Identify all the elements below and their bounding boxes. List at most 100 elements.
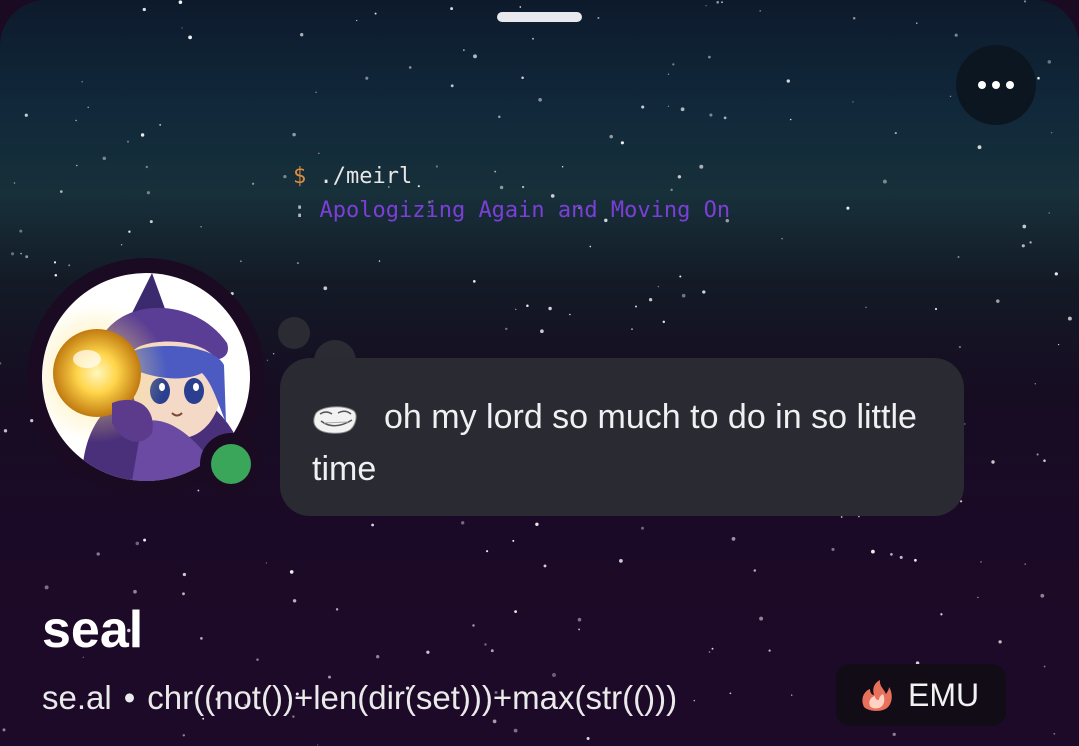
star <box>641 526 644 530</box>
star <box>81 80 84 83</box>
star <box>1022 224 1027 229</box>
star <box>892 732 896 737</box>
star <box>515 308 517 310</box>
custom-status-bubble[interactable]: oh my lord so much to do in so little ti… <box>280 358 964 516</box>
star <box>20 252 22 255</box>
star <box>486 550 489 553</box>
star <box>126 140 130 143</box>
star <box>526 304 529 308</box>
star <box>1037 76 1040 80</box>
star <box>840 516 843 518</box>
star <box>296 262 299 265</box>
star <box>283 174 287 179</box>
star <box>708 651 711 653</box>
star <box>1023 0 1027 3</box>
star <box>532 37 534 40</box>
star <box>519 6 522 8</box>
star <box>182 734 186 737</box>
username: se.al <box>42 679 112 716</box>
star <box>543 564 547 568</box>
star <box>75 119 77 122</box>
star <box>540 329 544 334</box>
star <box>538 97 542 102</box>
star <box>729 692 732 695</box>
star <box>514 610 517 613</box>
star <box>256 658 259 661</box>
star <box>356 19 358 22</box>
star <box>548 306 552 311</box>
star <box>702 290 706 294</box>
star <box>940 613 943 616</box>
terminal-command-line: $ ./meirl <box>293 160 730 194</box>
star <box>323 286 328 291</box>
star <box>19 229 23 233</box>
star <box>200 226 202 228</box>
star <box>315 91 317 93</box>
star <box>265 562 268 564</box>
star <box>292 599 297 603</box>
star <box>371 523 374 527</box>
troll-face-icon <box>313 406 357 434</box>
star <box>586 737 590 740</box>
separator: • <box>123 679 136 716</box>
more-dot <box>992 81 1000 89</box>
star <box>521 76 524 79</box>
star <box>791 694 793 696</box>
star <box>753 569 757 572</box>
star <box>916 22 918 24</box>
star <box>200 637 203 640</box>
star <box>882 179 887 184</box>
star <box>266 359 269 361</box>
drag-handle[interactable] <box>497 12 582 22</box>
star <box>894 132 897 135</box>
star <box>759 616 764 621</box>
star <box>146 191 150 195</box>
star <box>865 306 867 309</box>
star <box>450 84 454 88</box>
star <box>852 101 854 103</box>
star <box>120 244 123 246</box>
star <box>1050 131 1053 134</box>
banner-terminal-text: $ ./meirl : Apologizing Again and Moving… <box>293 160 730 228</box>
star <box>182 592 185 596</box>
star <box>759 10 761 12</box>
star <box>24 113 28 117</box>
star <box>1054 272 1058 276</box>
star <box>181 27 183 29</box>
star <box>292 132 296 137</box>
star <box>597 16 600 20</box>
star <box>317 744 319 746</box>
star <box>578 628 581 631</box>
star <box>44 585 49 590</box>
star <box>871 549 875 554</box>
star <box>693 699 696 702</box>
star <box>512 539 515 542</box>
star <box>25 255 29 259</box>
star <box>143 538 147 542</box>
profile-sheet: $ ./meirl : Apologizing Again and Moving… <box>0 0 1079 746</box>
star <box>890 553 893 556</box>
star <box>681 293 686 298</box>
star <box>133 589 137 594</box>
star <box>0 362 2 365</box>
star <box>711 647 714 650</box>
star <box>786 79 790 83</box>
guild-tag-badge[interactable]: EMU <box>836 664 1006 726</box>
star <box>721 1 723 4</box>
star <box>10 252 15 256</box>
star <box>619 559 623 563</box>
star <box>251 182 255 185</box>
star <box>1048 212 1050 214</box>
star <box>569 313 571 316</box>
star <box>188 35 193 40</box>
star <box>461 521 465 525</box>
custom-status-text-wrap: oh my lord so much to do in so little ti… <box>312 391 932 495</box>
star <box>408 66 412 69</box>
star <box>1057 343 1060 346</box>
star <box>705 5 707 7</box>
more-options-button[interactable] <box>956 45 1036 125</box>
star <box>140 133 145 137</box>
star <box>272 352 275 355</box>
profile-subtitle: se.al • chr((not())+len(dir(set)))+max(s… <box>42 672 677 724</box>
star <box>680 107 685 112</box>
